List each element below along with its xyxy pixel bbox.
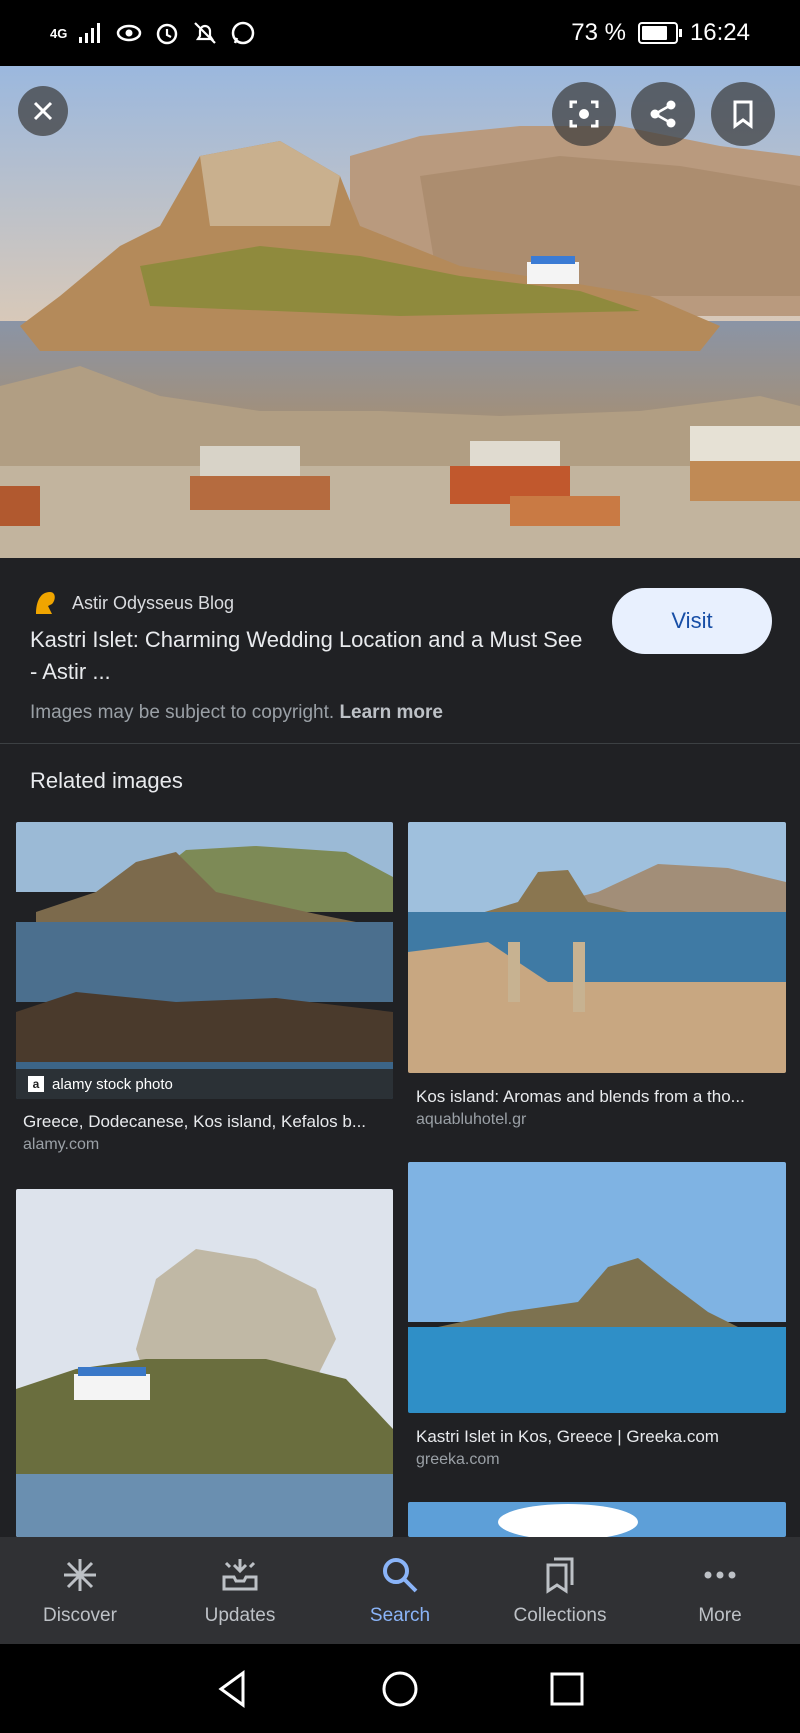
related-photo-4 (408, 1162, 786, 1413)
nav-search[interactable]: Search (320, 1537, 480, 1644)
mute-icon (194, 22, 217, 44)
nav-more-label: More (698, 1604, 742, 1626)
nav-updates[interactable]: Updates (160, 1537, 320, 1644)
watermark-band: a alamy stock photo (16, 1069, 393, 1099)
close-button[interactable] (18, 86, 68, 136)
share-button[interactable] (631, 82, 695, 146)
battery-percent: 73 % (571, 19, 626, 46)
lens-icon (569, 100, 599, 128)
source-site[interactable]: Astir Odysseus Blog (30, 588, 234, 618)
nav-updates-label: Updates (204, 1604, 276, 1626)
related-domain-1: alamy.com (23, 1136, 100, 1153)
network-type: 4G (50, 25, 68, 41)
nav-discover[interactable]: Discover (0, 1537, 160, 1644)
learn-more-link[interactable]: Learn more (339, 702, 442, 723)
alarm-icon (157, 23, 178, 45)
alamy-logo-icon: a (28, 1076, 44, 1092)
asterisk-icon (64, 1558, 96, 1591)
image-title[interactable]: Kastri Islet: Charming Wedding Location … (30, 624, 590, 688)
related-image-4[interactable] (408, 1162, 786, 1413)
bottom-navigation: Discover Updates Search Collections More (0, 1537, 800, 1644)
related-photo-5 (408, 1502, 786, 1537)
search-icon (383, 1557, 418, 1592)
source-site-name: Astir Odysseus Blog (72, 592, 235, 613)
bookmark-button[interactable] (711, 82, 775, 146)
collections-icon (546, 1557, 574, 1594)
status-left: 4G (50, 19, 257, 47)
related-caption-2[interactable]: Kos island: Aromas and blends from a tho… (416, 1087, 786, 1107)
related-image-1[interactable]: a alamy stock photo (16, 822, 393, 1099)
eye-comfort-icon (117, 24, 142, 42)
related-photo-2 (408, 822, 786, 1073)
whatsapp-icon (232, 21, 255, 45)
related-image-5[interactable] (408, 1502, 786, 1537)
related-caption-1[interactable]: Greece, Dodecanese, Kos island, Kefalos … (23, 1112, 399, 1132)
related-domain-4: greeka.com (416, 1451, 500, 1468)
signal-icon (79, 23, 101, 43)
nav-collections-label: Collections (513, 1604, 607, 1626)
copyright-text: Images may be subject to copyright. (30, 702, 335, 723)
status-right: 73 % 16:24 (571, 19, 750, 47)
related-caption-4[interactable]: Kastri Islet in Kos, Greece | Greeka.com (416, 1427, 786, 1447)
watermark-text: alamy stock photo (52, 1075, 173, 1093)
related-images-heading: Related images (30, 768, 183, 793)
nav-more[interactable]: More (640, 1537, 800, 1644)
nav-collections[interactable]: Collections (480, 1537, 640, 1644)
back-icon[interactable] (213, 1669, 253, 1709)
more-icon (704, 1571, 736, 1578)
related-image-3[interactable] (16, 1189, 393, 1537)
google-lens-button[interactable] (552, 82, 616, 146)
status-bar: 4G 73 % 16:24 (0, 0, 800, 66)
related-domain-2: aquabluhotel.gr (416, 1111, 527, 1128)
visit-button[interactable]: Visit (612, 588, 772, 654)
battery-icon (637, 22, 682, 44)
home-icon[interactable] (380, 1669, 420, 1709)
copyright-notice: Images may be subject to copyright. Lear… (30, 702, 443, 724)
recents-icon[interactable] (547, 1669, 587, 1709)
share-icon (650, 100, 676, 128)
site-logo-icon (36, 592, 55, 614)
nav-discover-label: Discover (43, 1604, 117, 1626)
close-icon (33, 101, 53, 121)
inbox-icon (222, 1558, 258, 1590)
bookmark-icon (733, 100, 753, 129)
clock: 16:24 (689, 19, 750, 46)
related-photo-3 (16, 1189, 393, 1537)
related-image-2[interactable] (408, 822, 786, 1073)
system-navigation (0, 1644, 800, 1733)
related-photo-1 (16, 822, 393, 1099)
nav-search-label: Search (369, 1604, 431, 1626)
